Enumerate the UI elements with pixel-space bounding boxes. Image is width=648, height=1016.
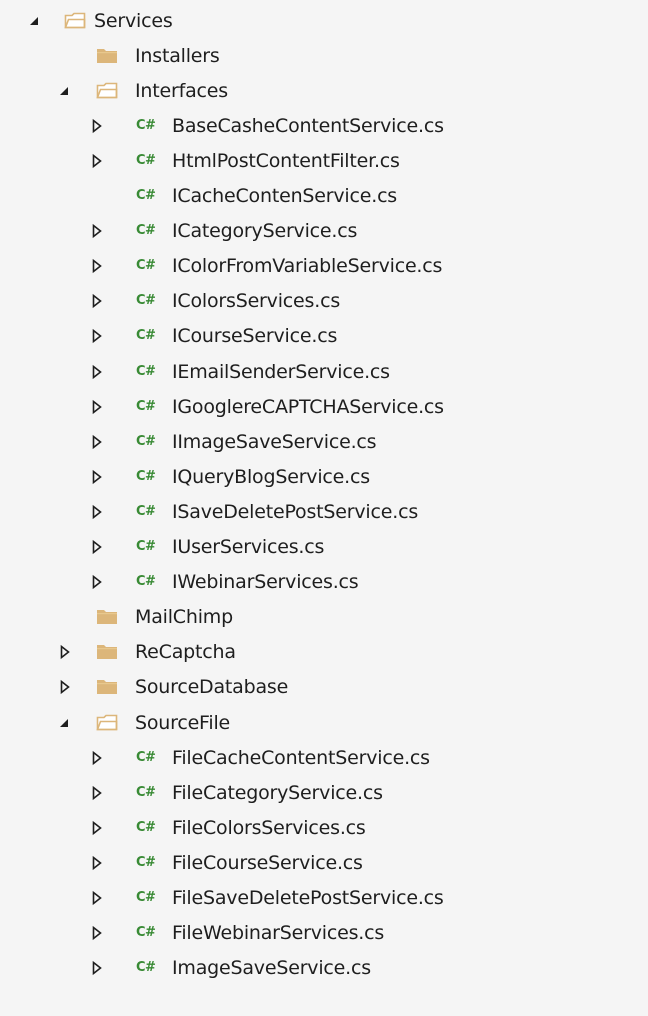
folder-recaptcha[interactable]: ReCaptcha — [135, 641, 236, 663]
folder-open-icon — [96, 82, 118, 99]
csharp-file-icon: C# — [136, 468, 156, 484]
folder-open-icon — [64, 12, 86, 29]
file-item[interactable]: ICategoryService.cs — [172, 220, 357, 242]
csharp-file-icon: C# — [136, 398, 156, 414]
chevron-right-icon[interactable] — [90, 785, 104, 801]
file-item[interactable]: IGooglereCAPTCHAService.cs — [172, 396, 444, 418]
file-item[interactable]: IWebinarServices.cs — [172, 571, 359, 593]
file-item[interactable]: HtmlPostContentFilter.cs — [172, 150, 400, 172]
csharp-file-icon: C# — [136, 890, 156, 905]
chevron-right-icon[interactable] — [90, 258, 104, 274]
folder-services[interactable]: Services — [94, 10, 173, 32]
file-item[interactable]: ICourseService.cs — [172, 325, 337, 347]
file-item[interactable]: ISaveDeletePostService.cs — [172, 501, 418, 523]
csharp-file-icon: C# — [136, 503, 156, 519]
folder-sourcedatabase[interactable]: SourceDatabase — [135, 676, 288, 698]
folder-icon — [96, 678, 118, 695]
chevron-right-icon[interactable] — [90, 399, 104, 415]
csharp-file-icon: C# — [136, 749, 156, 765]
csharp-file-icon: C# — [136, 433, 156, 449]
file-item[interactable]: IUserServices.cs — [172, 536, 324, 558]
chevron-right-icon[interactable] — [58, 644, 72, 660]
chevron-down-icon[interactable] — [58, 715, 72, 731]
folder-icon — [96, 608, 118, 625]
chevron-right-icon[interactable] — [90, 223, 104, 239]
csharp-file-icon: C# — [136, 574, 156, 590]
csharp-file-icon: C# — [136, 363, 156, 379]
csharp-file-icon: C# — [136, 819, 156, 835]
chevron-right-icon[interactable] — [90, 469, 104, 485]
csharp-file-icon: C# — [136, 223, 156, 239]
chevron-right-icon[interactable] — [90, 820, 104, 836]
file-item[interactable]: FileCourseService.cs — [172, 852, 363, 874]
csharp-file-icon: C# — [136, 188, 156, 203]
file-item[interactable]: FileCacheContentService.cs — [172, 747, 430, 769]
file-item[interactable]: IEmailSenderService.cs — [172, 361, 390, 383]
chevron-right-icon[interactable] — [90, 890, 104, 906]
file-item[interactable]: IColorFromVariableService.cs — [172, 255, 442, 277]
csharp-file-icon: C# — [136, 328, 156, 344]
folder-sourcefile[interactable]: SourceFile — [135, 712, 230, 734]
file-item[interactable]: ImageSaveService.cs — [172, 957, 371, 979]
chevron-right-icon[interactable] — [90, 293, 104, 309]
file-item[interactable]: FileWebinarServices.cs — [172, 922, 384, 944]
folder-icon — [96, 47, 118, 64]
chevron-right-icon[interactable] — [90, 574, 104, 590]
file-item[interactable]: BaseCasheContentService.cs — [172, 115, 444, 137]
chevron-right-icon[interactable] — [90, 960, 104, 976]
chevron-right-icon[interactable] — [90, 364, 104, 380]
file-item[interactable]: IColorsServices.cs — [172, 290, 340, 312]
csharp-file-icon: C# — [136, 258, 156, 274]
chevron-right-icon[interactable] — [90, 153, 104, 169]
file-item[interactable]: IQueryBlogService.cs — [172, 466, 370, 488]
csharp-file-icon: C# — [136, 925, 156, 941]
file-item[interactable]: FileColorsServices.cs — [172, 817, 366, 839]
chevron-down-icon[interactable] — [58, 83, 72, 99]
chevron-right-icon[interactable] — [90, 539, 104, 555]
chevron-right-icon[interactable] — [90, 925, 104, 941]
chevron-right-icon[interactable] — [90, 434, 104, 450]
file-item[interactable]: IImageSaveService.cs — [172, 431, 377, 453]
csharp-file-icon: C# — [136, 152, 156, 168]
csharp-file-icon: C# — [136, 960, 156, 976]
csharp-file-icon: C# — [136, 539, 156, 554]
chevron-right-icon[interactable] — [58, 679, 72, 695]
chevron-right-icon[interactable] — [90, 118, 104, 134]
folder-interfaces[interactable]: Interfaces — [135, 80, 228, 102]
chevron-right-icon[interactable] — [90, 328, 104, 344]
folder-icon — [96, 643, 118, 660]
csharp-file-icon: C# — [136, 293, 156, 309]
folder-mailchimp[interactable]: MailChimp — [135, 606, 233, 628]
chevron-right-icon[interactable] — [90, 855, 104, 871]
chevron-right-icon[interactable] — [90, 750, 104, 766]
chevron-down-icon[interactable] — [28, 13, 42, 29]
folder-open-icon — [96, 714, 118, 731]
chevron-right-icon[interactable] — [90, 504, 104, 520]
file-item[interactable]: ICacheContenService.cs — [172, 185, 397, 207]
csharp-file-icon: C# — [136, 117, 156, 133]
file-item[interactable]: FileCategoryService.cs — [172, 782, 383, 804]
csharp-file-icon: C# — [136, 784, 156, 800]
csharp-file-icon: C# — [136, 854, 156, 870]
folder-installers[interactable]: Installers — [135, 45, 220, 67]
file-item[interactable]: FileSaveDeletePostService.cs — [172, 887, 444, 909]
